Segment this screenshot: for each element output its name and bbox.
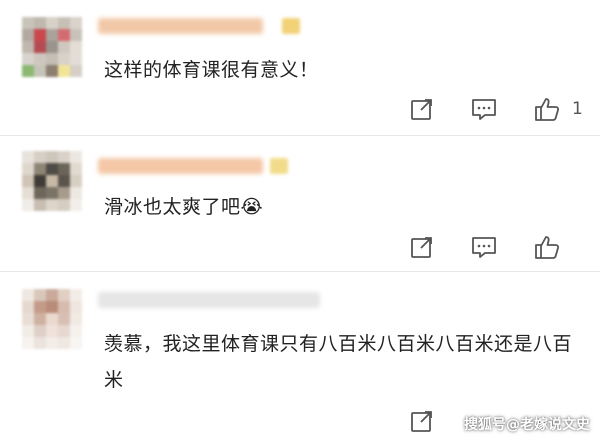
comment-item: 滑冰也太爽了吧😭 — [0, 136, 600, 271]
reply-button[interactable] — [470, 232, 498, 262]
comment-actions — [0, 232, 600, 262]
share-button[interactable] — [409, 94, 435, 124]
comment-item: 这样的体育课很有意义！ 1 — [0, 0, 600, 135]
avatar[interactable] — [22, 17, 82, 77]
username-blurred[interactable] — [98, 158, 263, 174]
comment-text: 滑冰也太爽了吧😭 — [104, 196, 264, 218]
share-button[interactable] — [409, 232, 435, 262]
comment-actions: 1 — [0, 94, 600, 124]
reply-icon — [472, 237, 496, 258]
share-icon — [411, 99, 432, 120]
user-badge-icon — [270, 158, 288, 174]
avatar[interactable] — [22, 151, 82, 211]
like-button[interactable] — [533, 232, 561, 262]
username-blurred[interactable] — [98, 18, 263, 34]
avatar[interactable] — [22, 289, 82, 349]
username-blurred[interactable] — [98, 292, 320, 308]
reply-button[interactable] — [470, 94, 498, 124]
comment-text: 羡慕，我这里体育课只有八百米八百米八百米还是八百米 — [104, 333, 573, 391]
share-icon — [411, 237, 432, 258]
like-count: 1 — [572, 99, 583, 119]
comment-text: 这样的体育课很有意义！ — [104, 59, 319, 81]
user-badge-icon — [282, 18, 300, 34]
thumbs-up-icon — [535, 236, 560, 259]
like-button[interactable] — [533, 94, 561, 124]
watermark: 搜狐号@老嫁说文史 — [464, 417, 590, 433]
share-icon — [411, 411, 432, 432]
reply-icon — [472, 99, 496, 120]
thumbs-up-icon — [535, 98, 560, 121]
share-button[interactable] — [409, 406, 435, 436]
